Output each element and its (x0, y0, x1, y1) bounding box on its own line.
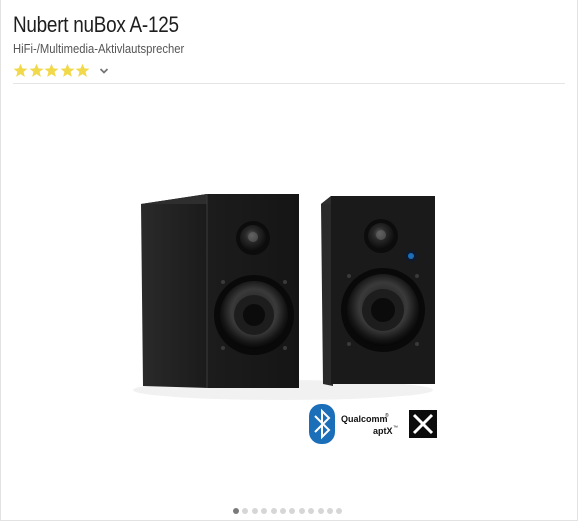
carousel-dot[interactable] (289, 508, 296, 514)
chevron-down-icon[interactable] (99, 67, 109, 75)
product-title: Nubert nuBox A-125 (13, 12, 179, 37)
carousel-dot[interactable] (261, 508, 268, 514)
qualcomm-aptx-logo: Qualcomm ® aptX ™ (341, 412, 398, 436)
product-image[interactable]: Qualcomm ® aptX ™ (83, 138, 499, 446)
star-icon (29, 63, 43, 77)
x-logo (409, 410, 437, 438)
qualcomm-text: Qualcomm (341, 414, 388, 424)
registered-mark: ® (385, 412, 389, 419)
carousel-dot[interactable] (242, 508, 249, 514)
carousel-dot[interactable] (298, 508, 305, 514)
right-speaker (321, 196, 435, 386)
carousel-dot[interactable] (279, 508, 286, 514)
aptx-text: aptX (373, 426, 393, 436)
rating-widget[interactable] (13, 63, 109, 78)
star-icon (13, 63, 28, 77)
carousel-dot[interactable] (233, 508, 239, 514)
tm-mark: ™ (393, 425, 398, 431)
carousel-dot[interactable] (270, 508, 277, 514)
carousel-dot[interactable] (336, 508, 343, 514)
carousel-dot[interactable] (317, 508, 324, 514)
product-subtitle: HiFi-/Multimedia-Aktivlautsprecher (13, 42, 185, 56)
carousel-dot[interactable] (251, 508, 258, 514)
product-card: Nubert nuBox A-125 HiFi-/Multimedia-Akti… (0, 0, 578, 521)
carousel-dot[interactable] (308, 508, 315, 514)
carousel-dot[interactable] (326, 508, 333, 514)
star-icon (75, 63, 90, 77)
star-icon (44, 63, 59, 77)
left-speaker (141, 194, 299, 388)
bluetooth-icon (309, 404, 335, 444)
header-divider (13, 83, 565, 84)
star-icon (60, 63, 74, 77)
carousel-pagination (233, 508, 343, 514)
